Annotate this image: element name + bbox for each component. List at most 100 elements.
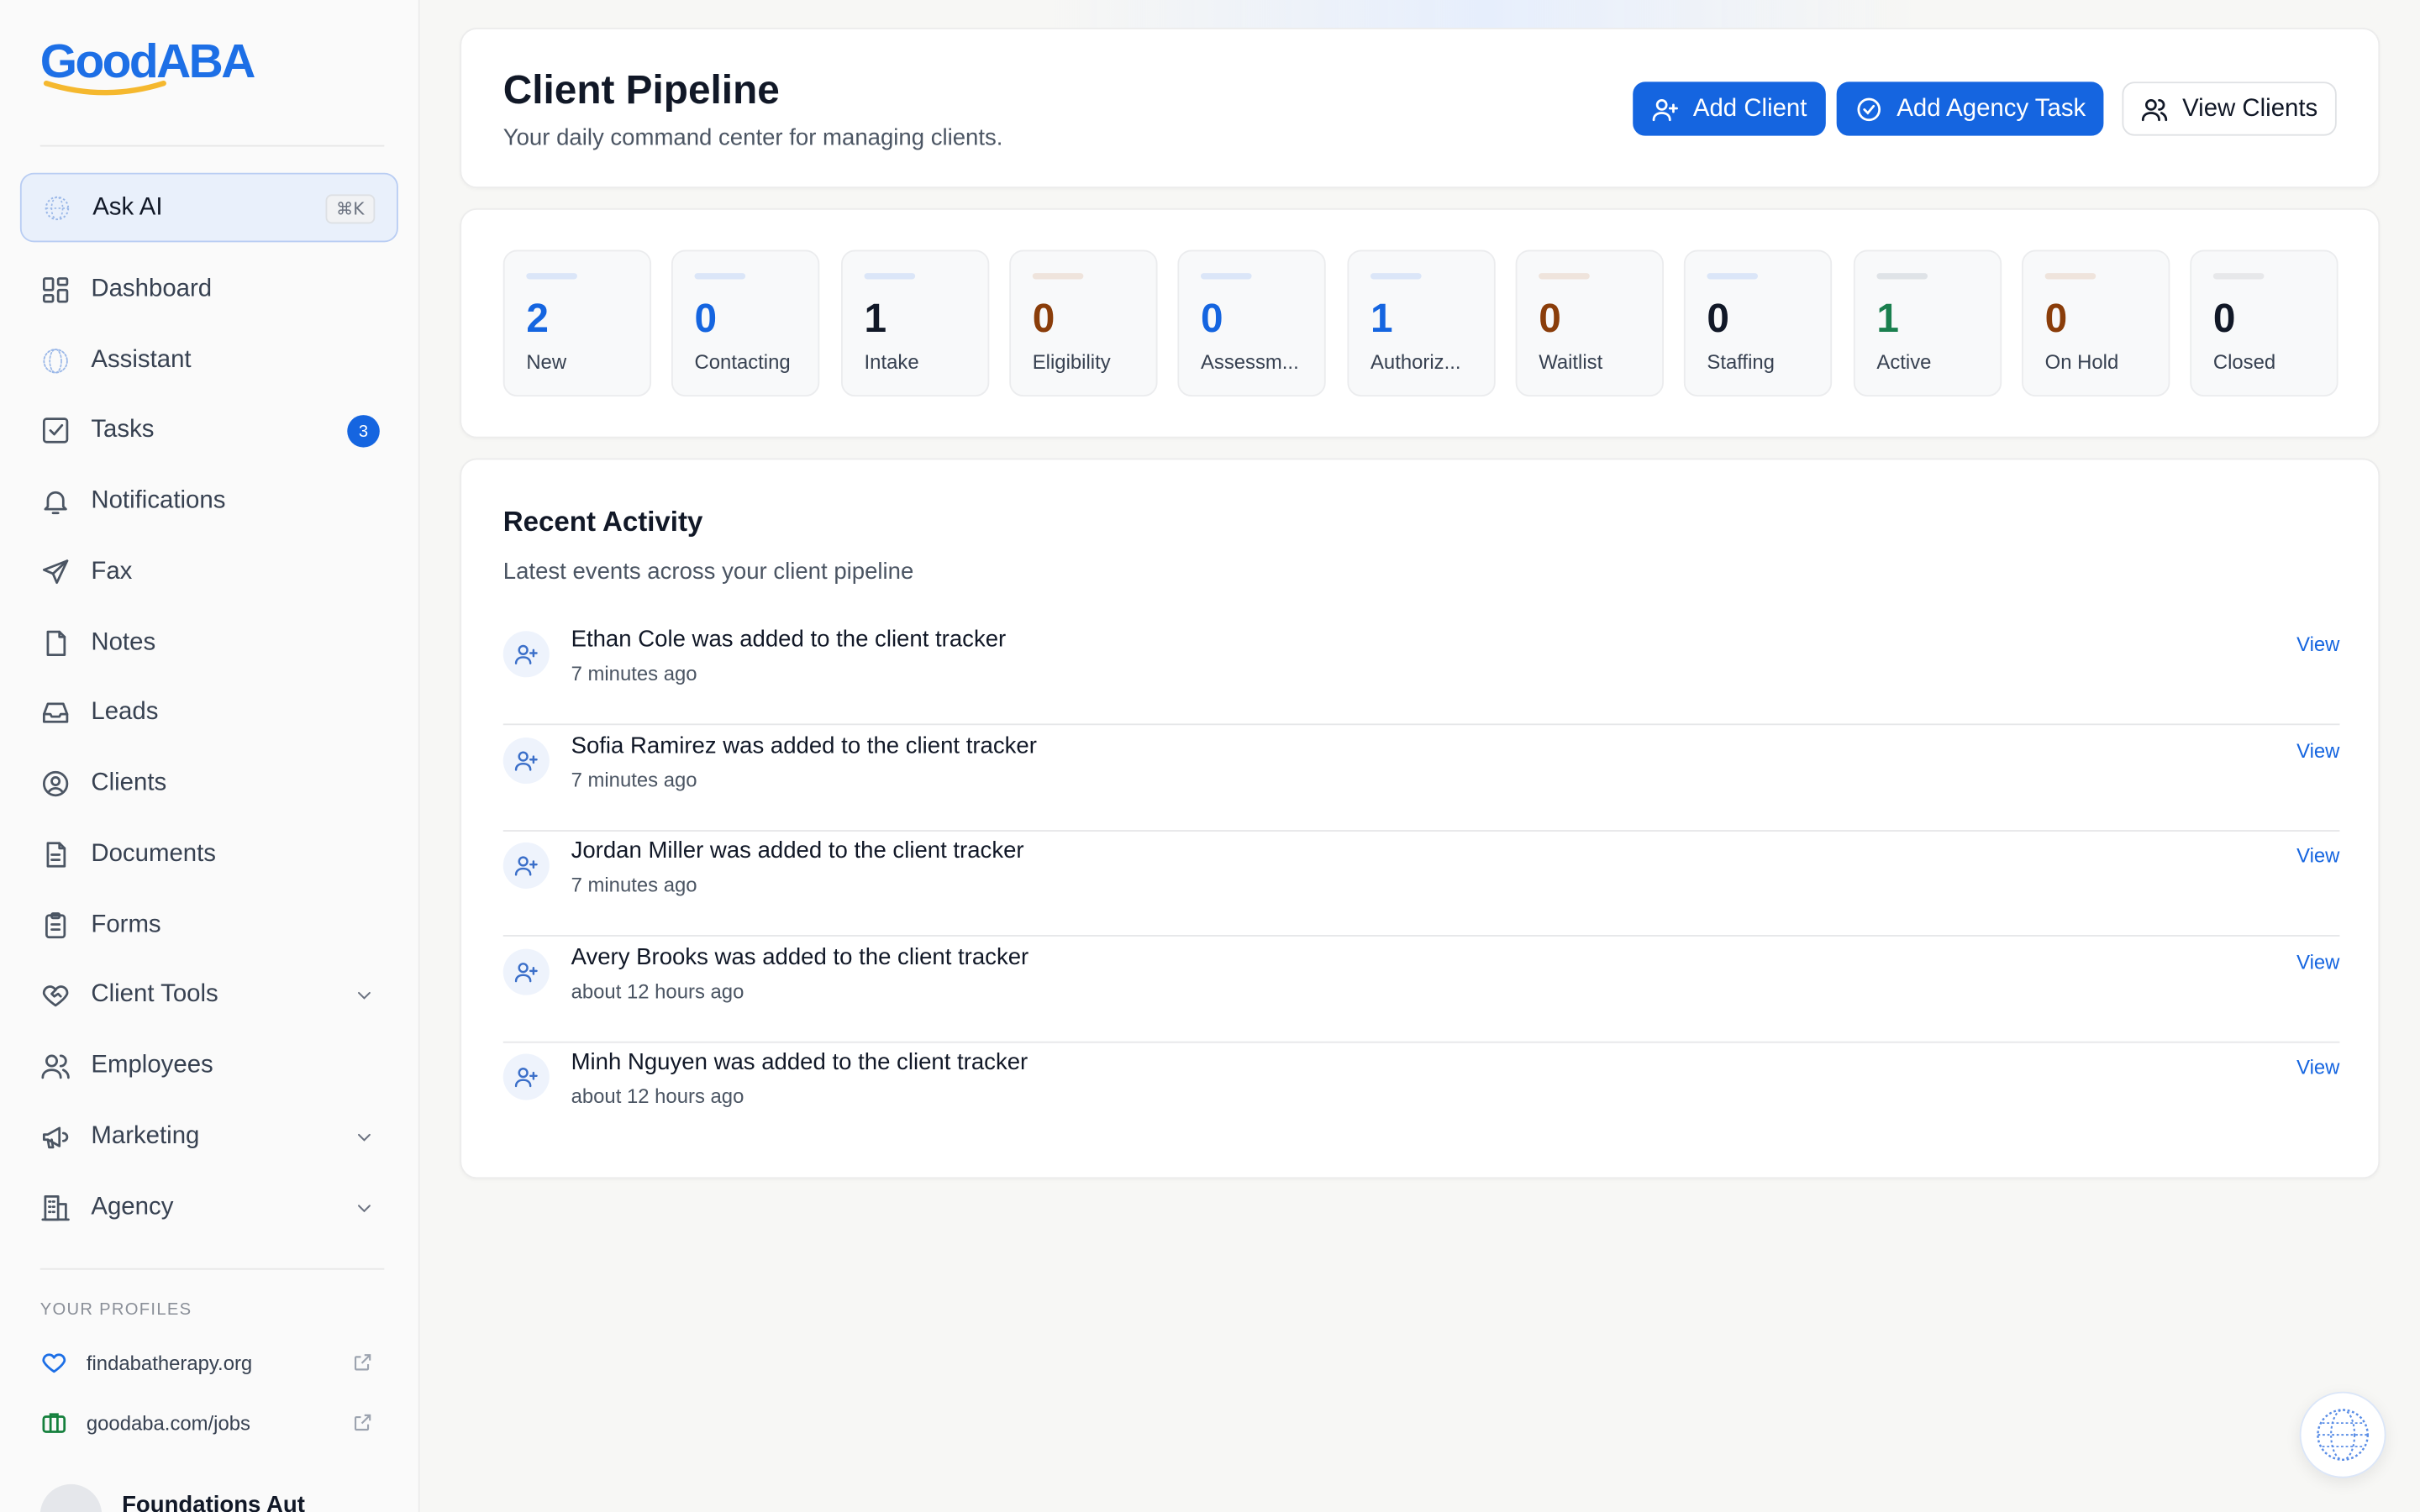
add-agency-task-label: Add Agency Task (1897, 94, 2086, 122)
activity-view-link[interactable]: View (2296, 738, 2339, 762)
add-client-label: Add Client (1692, 94, 1807, 122)
heart-handshake-icon (40, 979, 71, 1011)
view-clients-button[interactable]: View Clients (2122, 81, 2337, 136)
user-plus-icon (502, 631, 550, 678)
sidebar-item-agency[interactable]: Agency (40, 1180, 380, 1236)
stage-card-assessm[interactable]: 0 Assessm... (1177, 249, 1326, 397)
stage-card-eligibility[interactable]: 0 Eligibility (1009, 249, 1158, 397)
sidebar-item-label: Employees (91, 1052, 213, 1079)
stage-count: 0 (1707, 294, 1729, 341)
globe-icon (40, 345, 71, 376)
profile-link-findabatherapy[interactable]: findabatherapy.org (40, 1344, 380, 1381)
sidebar-item-leads[interactable]: Leads (40, 685, 380, 740)
sidebar-item-documents[interactable]: Documents (40, 827, 380, 882)
sidebar-item-notifications[interactable]: Notifications (40, 474, 380, 529)
assistant-fab[interactable] (2299, 1391, 2386, 1478)
activity-row: Jordan Miller was added to the client tr… (502, 830, 2340, 937)
sidebar-item-clients[interactable]: Clients (40, 756, 380, 811)
stage-count: 0 (1032, 294, 1055, 341)
stage-count: 1 (864, 294, 887, 341)
activity-time: 7 minutes ago (571, 661, 697, 685)
ask-ai-button[interactable]: Ask AI ⌘K (19, 172, 398, 243)
users-icon (2141, 98, 2168, 121)
sidebar-item-label: Forms (91, 911, 161, 938)
activity-time: 7 minutes ago (571, 873, 697, 897)
activity-row: Avery Brooks was added to the client tra… (502, 937, 2340, 1043)
profile-link-goodaba-jobs[interactable]: goodaba.com/jobs (40, 1404, 380, 1441)
stage-card-intake[interactable]: 1 Intake (841, 249, 990, 397)
chevron-down-icon[interactable] (355, 986, 373, 1005)
activity-text: Ethan Cole was added to the client track… (571, 626, 1007, 653)
sidebar-item-employees[interactable]: Employees (40, 1038, 380, 1094)
stage-accent-bar (2212, 273, 2265, 280)
stage-card-contacting[interactable]: 0 Contacting (671, 249, 820, 397)
sidebar-item-tasks[interactable]: Tasks 3 (40, 402, 380, 458)
sidebar-item-label: Leads (91, 699, 159, 726)
grid-icon (40, 275, 71, 306)
stage-count: 1 (1370, 294, 1393, 341)
profiles-heading: YOUR PROFILES (39, 1300, 192, 1320)
stage-label: Active (1876, 349, 1932, 374)
globe-icon (45, 195, 70, 220)
sidebar-item-assistant[interactable]: Assistant (40, 333, 380, 389)
stage-count: 0 (2212, 294, 2236, 341)
file-icon (40, 628, 71, 659)
stage-accent-bar (1370, 273, 1422, 280)
stage-card-closed[interactable]: 0 Closed (2190, 249, 2338, 397)
sidebar-item-fax[interactable]: Fax (40, 544, 380, 600)
profile-label: goodaba.com/jobs (86, 1410, 251, 1435)
stage-card-waitlist[interactable]: 0 Waitlist (1515, 249, 1664, 397)
activity-subtitle: Latest events across your client pipelin… (502, 558, 914, 585)
sidebar-item-label: Dashboard (91, 276, 213, 302)
sidebar-item-label: Agency (91, 1194, 174, 1221)
stage-count: 0 (1200, 294, 1223, 341)
stage-card-active[interactable]: 1 Active (1853, 249, 2002, 397)
activity-view-link[interactable]: View (2296, 950, 2339, 974)
inbox-icon (40, 697, 71, 728)
megaphone-icon (40, 1121, 71, 1152)
stage-card-on-hold[interactable]: 0 On Hold (2022, 249, 2170, 397)
stage-accent-bar (526, 273, 577, 280)
pipeline-stages-card: 2 New 0 Contacting 1 Intake 0 Eligibility 0 Asses… (460, 207, 2381, 438)
stage-count: 0 (1539, 294, 1561, 341)
view-clients-label: View Clients (2182, 94, 2318, 122)
stage-accent-bar (1032, 273, 1084, 280)
sidebar-item-label: Tasks (91, 416, 155, 444)
sidebar-item-notes[interactable]: Notes (40, 616, 380, 671)
add-client-button[interactable]: Add Client (1633, 81, 1826, 136)
sidebar-item-forms[interactable]: Forms (40, 898, 380, 953)
activity-view-link[interactable]: View (2296, 1056, 2339, 1079)
add-agency-task-button[interactable]: Add Agency Task (1836, 81, 2105, 136)
user-plus-icon (502, 737, 550, 784)
activity-row: Minh Nguyen was added to the client trac… (502, 1042, 2339, 1148)
top-glow (1049, 0, 1914, 29)
activity-row: Sofia Ramirez was added to the client tr… (502, 725, 2340, 832)
header-card: Client Pipeline Your daily command cente… (460, 28, 2381, 189)
building-icon (40, 1193, 71, 1224)
activity-view-link[interactable]: View (2296, 844, 2339, 868)
activity-view-link[interactable]: View (2296, 633, 2339, 656)
stage-card-staffing[interactable]: 0 Staffing (1683, 249, 1833, 397)
stage-accent-bar (694, 273, 746, 280)
sidebar-item-label: Notes (91, 629, 156, 656)
sidebar-item-client-tools[interactable]: Client Tools (40, 968, 380, 1023)
goodaba-logo[interactable]: GoodABA (40, 34, 255, 102)
chevron-down-icon[interactable] (355, 1199, 373, 1217)
stage-card-new[interactable]: 2 New (502, 249, 652, 397)
logo-aba: ABA (156, 34, 255, 88)
stage-label: Staffing (1707, 349, 1775, 374)
stage-card-authoriz[interactable]: 1 Authoriz... (1347, 249, 1496, 397)
tasks-count-badge: 3 (347, 415, 380, 448)
user-plus-icon (502, 948, 550, 995)
check-circle-icon (1857, 97, 1881, 121)
account-switcher[interactable]: Foundations Aut (39, 1483, 305, 1512)
chevron-down-icon[interactable] (355, 1128, 373, 1147)
activity-time: about 12 hours ago (571, 1084, 744, 1109)
stage-label: New (526, 349, 567, 374)
sidebar-item-marketing[interactable]: Marketing (40, 1110, 380, 1165)
user-plus-icon (1652, 98, 1678, 121)
stage-accent-bar (864, 273, 916, 280)
profile-label: findabatherapy.org (86, 1351, 253, 1374)
sidebar-item-dashboard[interactable]: Dashboard (40, 262, 380, 318)
stage-label: Authoriz... (1370, 349, 1461, 374)
